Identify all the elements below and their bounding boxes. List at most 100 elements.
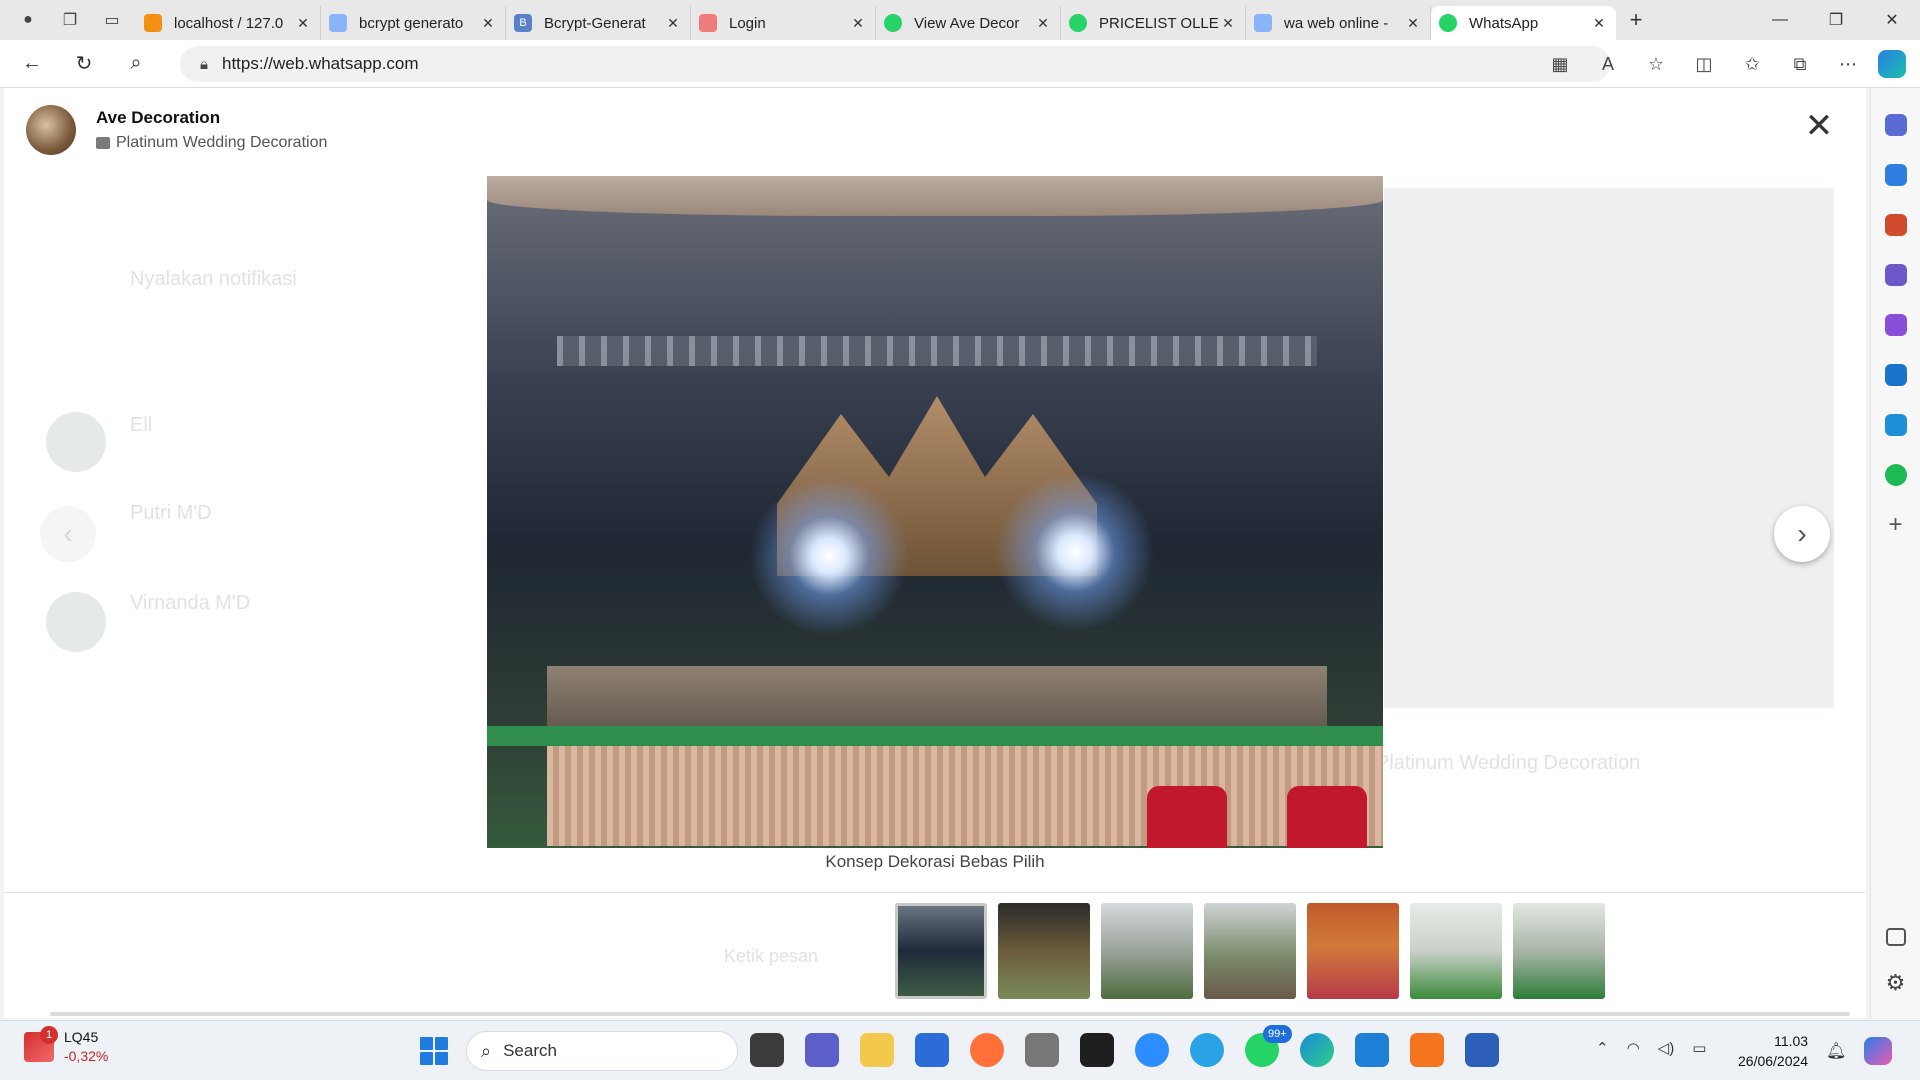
tab-pricelist[interactable]: PRICELIST OLLE ✕: [1061, 6, 1246, 40]
profile-icon[interactable]: ●: [14, 6, 42, 34]
close-tab-icon[interactable]: ✕: [664, 15, 682, 32]
next-image-button[interactable]: ›: [1774, 506, 1830, 562]
lock-icon[interactable]: 🔒︎: [200, 56, 208, 73]
notification-banner-title: Nyalakan notifikasi: [130, 268, 297, 290]
amazon-icon[interactable]: [1025, 1033, 1059, 1067]
task-view-icon[interactable]: [750, 1033, 784, 1067]
shopping-tag-icon[interactable]: [1884, 164, 1907, 186]
subtitle-text: Platinum Wedding Decoration: [116, 134, 328, 151]
chevron-up-icon[interactable]: ⌃: [1596, 1039, 1609, 1057]
chat-row: Putri M'D: [30, 488, 490, 578]
add-sidebar-icon[interactable]: +: [1885, 513, 1907, 537]
whatsapp-badge: 99+: [1263, 1025, 1292, 1043]
restore-button[interactable]: ❐: [1808, 0, 1864, 40]
whatsapp-icon: [1069, 14, 1087, 32]
close-tab-icon[interactable]: ✕: [294, 15, 312, 32]
thumbnail[interactable]: [1204, 903, 1296, 999]
read-aloud-icon[interactable]: A: [1584, 54, 1632, 75]
split-screen-icon[interactable]: ◫: [1680, 54, 1728, 75]
vscode-icon[interactable]: [1355, 1033, 1389, 1067]
more-icon[interactable]: ⋯: [1824, 54, 1872, 75]
vertical-tabs-icon[interactable]: ▭: [98, 6, 126, 34]
zoom-icon[interactable]: [1135, 1033, 1169, 1067]
new-tab-button[interactable]: +: [1616, 7, 1656, 33]
thumbnail[interactable]: [895, 903, 987, 999]
url-field[interactable]: 🔒︎ https://web.whatsapp.com: [180, 46, 1610, 82]
wifi-icon[interactable]: ◠: [1627, 1039, 1640, 1057]
start-button[interactable]: [420, 1037, 448, 1065]
xampp-icon[interactable]: [1410, 1033, 1444, 1067]
whatsapp-icon[interactable]: 99+: [1245, 1025, 1292, 1067]
horizontal-scrollbar[interactable]: [50, 1012, 1850, 1016]
file-explorer-icon[interactable]: [860, 1033, 894, 1067]
word-icon[interactable]: [1465, 1033, 1499, 1067]
send-icon[interactable]: [1884, 414, 1907, 436]
clock[interactable]: 11.03 26/06/2024: [1738, 1031, 1808, 1071]
close-tab-icon[interactable]: ✕: [849, 15, 867, 32]
stock-widget[interactable]: 1 LQ45 -0,32%: [24, 1025, 109, 1064]
teams-icon[interactable]: [805, 1033, 839, 1067]
favorites-icon[interactable]: ✩: [1728, 54, 1776, 75]
search-button[interactable]: ⌕: [116, 46, 156, 82]
system-tray: ⌃ ◠ ◁) ▭: [1596, 1039, 1724, 1057]
firefox-icon[interactable]: [970, 1033, 1004, 1067]
spotify-icon[interactable]: [1884, 464, 1907, 486]
tab-view-ave-decor[interactable]: View Ave Decor ✕: [876, 6, 1061, 40]
close-tab-icon[interactable]: ✕: [1590, 15, 1608, 32]
thumbnail[interactable]: [1513, 903, 1605, 999]
tab-bcrypt-generator[interactable]: bcrypt generato ✕: [321, 6, 506, 40]
screenshot-icon[interactable]: [1885, 928, 1906, 946]
telegram-icon[interactable]: [1190, 1033, 1224, 1067]
workspaces-icon[interactable]: ❐: [56, 6, 84, 34]
notification-bell-icon[interactable]: 🔔︎: [1826, 1041, 1846, 1061]
app-available-icon[interactable]: ▦: [1536, 54, 1584, 75]
edge-sidebar: + ⚙: [1870, 88, 1920, 1018]
search-icon[interactable]: [1884, 114, 1907, 136]
close-viewer-button[interactable]: ✕: [1804, 108, 1834, 144]
collections-icon[interactable]: ⧉: [1776, 54, 1824, 75]
refresh-button[interactable]: ↻: [64, 46, 104, 82]
media-viewer-header: Ave Decoration Platinum Wedding Decorati…: [26, 100, 327, 160]
outlook-icon[interactable]: [1884, 364, 1907, 386]
tab-localhost[interactable]: localhost / 127.0 ✕: [136, 6, 321, 40]
close-window-button[interactable]: ✕: [1864, 0, 1920, 40]
microsoft-store-icon[interactable]: [915, 1033, 949, 1067]
close-tab-icon[interactable]: ✕: [1404, 15, 1422, 32]
thumbnail[interactable]: [1307, 903, 1399, 999]
whatsapp-icon: [1439, 14, 1457, 32]
tab-login[interactable]: Login ✕: [691, 6, 876, 40]
browser-tab-strip: ● ❐ ▭ localhost / 127.0 ✕ bcrypt generat…: [0, 0, 1920, 40]
tab-title: WhatsApp: [1469, 14, 1539, 32]
message-placeholder: Ketik pesan: [724, 946, 819, 966]
volume-icon[interactable]: ◁): [1658, 1039, 1675, 1057]
copilot-taskbar-icon[interactable]: [1864, 1037, 1892, 1065]
thumbnail[interactable]: [1410, 903, 1502, 999]
tools-icon[interactable]: [1884, 214, 1907, 236]
settings-gear-icon[interactable]: ⚙: [1885, 972, 1907, 994]
microsoft365-icon[interactable]: [1884, 314, 1907, 336]
dropbox-icon[interactable]: [1080, 1033, 1114, 1067]
back-button[interactable]: ←: [12, 46, 52, 82]
tab-whatsapp[interactable]: WhatsApp ✕: [1431, 6, 1616, 40]
contact-avatar[interactable]: [26, 105, 76, 155]
close-tab-icon[interactable]: ✕: [479, 15, 497, 32]
tab-bcrypt-generat[interactable]: B Bcrypt-Generat ✕: [506, 6, 691, 40]
close-tab-icon[interactable]: ✕: [1219, 15, 1237, 32]
tab-wa-web-online[interactable]: wa web online - ✕: [1246, 6, 1431, 40]
thumbnail[interactable]: [1101, 903, 1193, 999]
battery-icon[interactable]: ▭: [1692, 1039, 1706, 1057]
tab-title: PRICELIST OLLE: [1099, 14, 1219, 32]
taskbar-search[interactable]: ⌕ Search: [466, 1031, 738, 1071]
thumbnail[interactable]: [998, 903, 1090, 999]
chat-row: Ell: [30, 398, 490, 488]
tab-title: Bcrypt-Generat: [544, 14, 646, 32]
edge-icon[interactable]: [1300, 1033, 1334, 1067]
close-tab-icon[interactable]: ✕: [1034, 15, 1052, 32]
bcrypt-site-icon: B: [514, 14, 532, 32]
stock-change: -0,32%: [64, 1048, 109, 1064]
previous-image-button[interactable]: ‹: [40, 506, 96, 562]
copilot-icon[interactable]: [1878, 50, 1906, 78]
favorite-star-icon[interactable]: ☆: [1632, 54, 1680, 75]
minimize-button[interactable]: —: [1752, 0, 1808, 40]
games-icon[interactable]: [1884, 264, 1907, 286]
